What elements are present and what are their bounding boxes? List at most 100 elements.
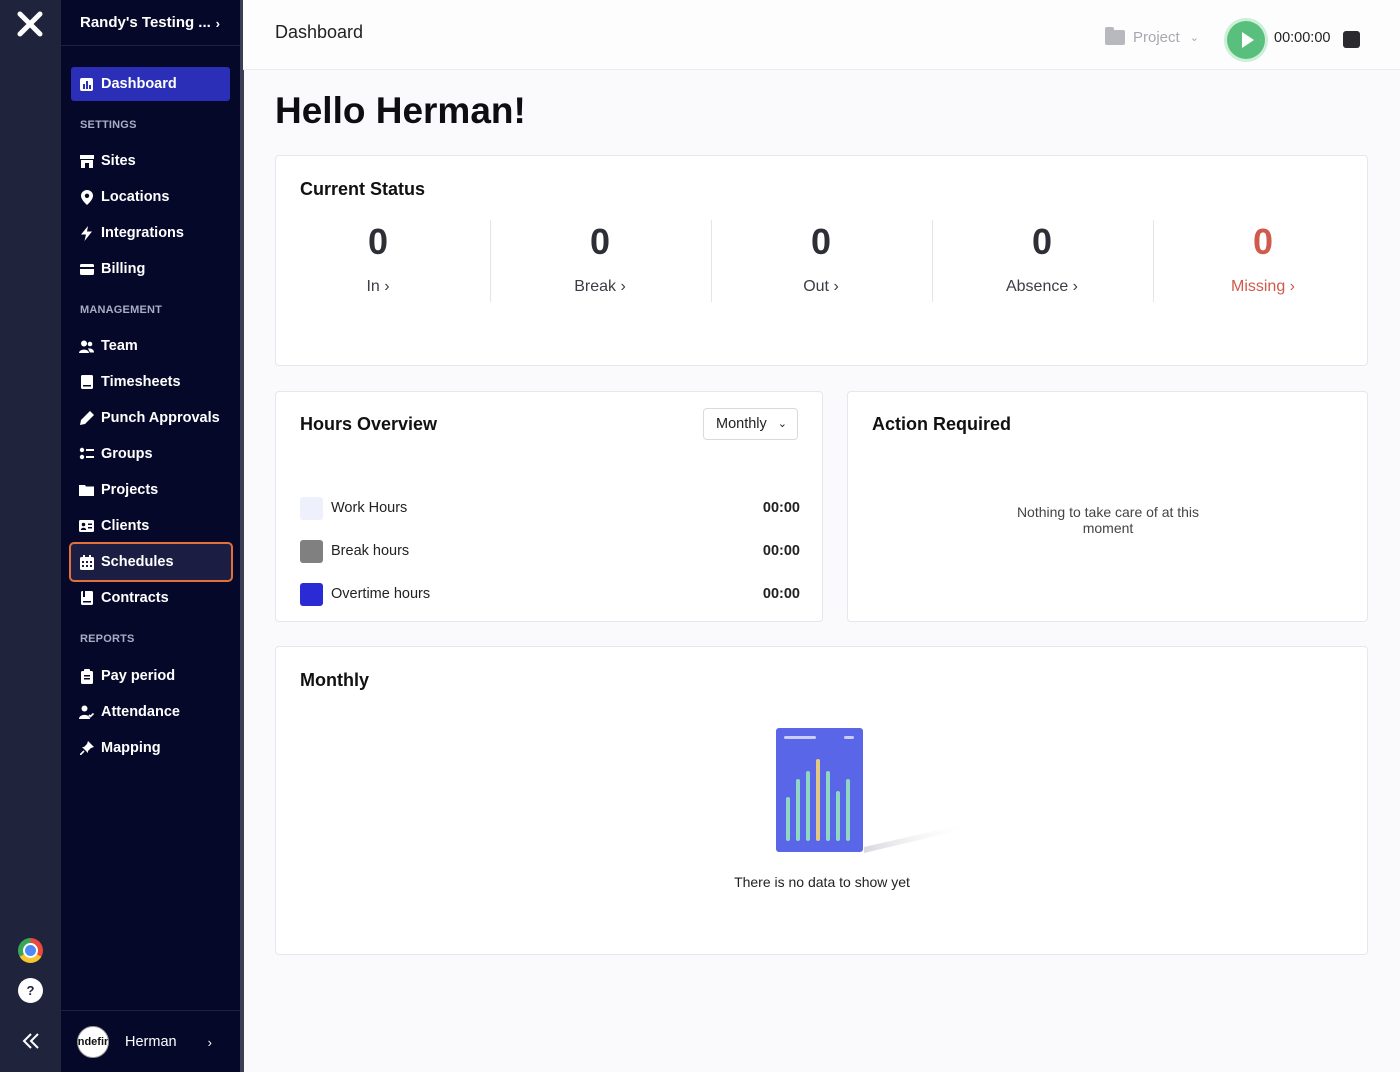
status-out[interactable]: 0 Out ›	[711, 220, 931, 302]
sidebar-item-label: Attendance	[101, 704, 180, 720]
section-label-reports: REPORTS	[80, 633, 135, 645]
folder-icon	[79, 483, 94, 498]
pin-icon	[79, 741, 94, 756]
sidebar-item-mapping[interactable]: Mapping	[71, 731, 230, 765]
sidebar-item-timesheets[interactable]: Timesheets	[71, 365, 230, 399]
status-label: In ›	[366, 278, 390, 295]
empty-chart-illustration	[776, 728, 974, 853]
legend-value: 00:00	[762, 500, 800, 516]
app-logo-icon[interactable]	[16, 10, 44, 38]
workspace-switcher[interactable]: Randy's Testing ... ›	[61, 0, 240, 46]
status-count: 0	[810, 221, 832, 262]
workspace-name: Randy's Testing ...	[80, 14, 211, 31]
legend-label: Overtime hours	[331, 586, 431, 602]
section-label-management: MANAGEMENT	[80, 304, 163, 316]
project-placeholder: Project	[1133, 29, 1180, 46]
page-title: Dashboard	[275, 22, 364, 42]
sidebar-item-label: Timesheets	[101, 374, 181, 390]
map-pin-icon	[79, 189, 94, 205]
app-rail: ?	[0, 0, 61, 1072]
card-title: Monthly	[300, 670, 369, 690]
status-count: 0	[367, 221, 389, 262]
sidebar-item-dashboard[interactable]: Dashboard	[71, 67, 230, 101]
sidebar-item-pay-period[interactable]: Pay period	[71, 659, 230, 693]
groups-icon	[79, 447, 94, 462]
avatar: ndefir	[77, 1025, 109, 1058]
sidebar-item-integrations[interactable]: Integrations	[71, 216, 230, 250]
store-icon	[79, 154, 94, 169]
empty-state-text: There is no data to show yet	[734, 874, 910, 890]
sidebar-item-label: Contracts	[101, 590, 169, 606]
dashboard-icon	[79, 77, 94, 92]
collapse-sidebar-icon[interactable]	[20, 1030, 42, 1052]
sidebar-item-label: Groups	[101, 446, 153, 462]
sidebar-item-projects[interactable]: Projects	[71, 473, 230, 507]
card-title: Current Status	[300, 179, 426, 199]
sidebar-item-attendance[interactable]: Attendance	[71, 695, 230, 729]
sidebar-item-label: Schedules	[101, 554, 174, 570]
sidebar-item-label: Integrations	[101, 225, 184, 241]
legend-label: Break hours	[331, 543, 410, 559]
status-missing[interactable]: 0 Missing ›	[1153, 220, 1373, 302]
status-break[interactable]: 0 Break ›	[490, 220, 710, 302]
greeting-heading: Hello Herman!	[275, 90, 526, 131]
status-label: Absence ›	[1005, 278, 1079, 295]
card-title: Hours Overview	[300, 414, 438, 434]
sidebar-item-label: Clients	[101, 518, 150, 534]
start-timer-button[interactable]	[1227, 21, 1265, 59]
status-count: 0	[1252, 221, 1274, 262]
timer-display: 00:00:00	[1274, 30, 1331, 46]
status-label: Out ›	[803, 278, 839, 295]
status-in[interactable]: 0 In ›	[268, 220, 488, 302]
status-label: Break ›	[574, 278, 626, 295]
sidebar-item-team[interactable]: Team	[71, 329, 230, 363]
sidebar-item-billing[interactable]: Billing	[71, 252, 230, 286]
status-absence[interactable]: 0 Absence ›	[932, 220, 1152, 302]
sidebar-item-label: Dashboard	[101, 76, 177, 92]
status-label: Missing ›	[1230, 278, 1295, 295]
sidebar-item-label: Pay period	[101, 668, 176, 684]
sidebar-item-contracts[interactable]: Contracts	[71, 581, 230, 615]
help-icon[interactable]: ?	[18, 978, 43, 1003]
status-count: 0	[1031, 221, 1053, 262]
contact-card-icon	[79, 519, 94, 534]
top-header: Dashboard Project ⌄ 00:00:00	[243, 0, 1400, 70]
action-required-card: Action Required Nothing to take care of …	[847, 391, 1368, 622]
break-hours-swatch	[300, 539, 323, 563]
sidebar-item-punch-approvals[interactable]: Punch Approvals	[71, 401, 230, 435]
empty-state-text: Nothing to take care of at this moment	[1016, 504, 1200, 536]
period-select-value: Monthly	[716, 416, 767, 432]
chevron-down-icon: ⌄	[777, 418, 787, 430]
project-selector[interactable]: Project ⌄	[1105, 27, 1199, 46]
sidebar-item-label: Projects	[101, 482, 159, 498]
sidebar-item-groups[interactable]: Groups	[71, 437, 230, 471]
legend-row: Break hours 00:00	[300, 539, 800, 563]
sidebar-item-label: Locations	[101, 189, 170, 205]
chevron-down-icon: ⌄	[1189, 32, 1199, 44]
legend-value: 00:00	[762, 543, 800, 559]
sidebar-item-label: Mapping	[101, 740, 161, 756]
legend-label: Work Hours	[331, 500, 408, 516]
section-label-settings: SETTINGS	[80, 119, 137, 131]
current-status-card: Current Status 0 In › 0 Break › 0 Out › …	[275, 155, 1368, 366]
calendar-icon	[79, 554, 94, 570]
sidebar-item-clients[interactable]: Clients	[71, 509, 230, 543]
period-select[interactable]: Monthly ⌄	[703, 408, 798, 440]
chrome-icon[interactable]	[18, 938, 43, 963]
sidebar-item-label: Punch Approvals	[101, 410, 220, 426]
sidebar-item-locations[interactable]: Locations	[71, 180, 230, 214]
pen-icon	[79, 411, 94, 426]
user-menu[interactable]: ndefir Herman ›	[61, 1010, 240, 1072]
credit-card-icon	[79, 262, 94, 277]
sidebar-item-sites[interactable]: Sites	[71, 144, 230, 178]
card-title: Action Required	[872, 414, 1012, 434]
lightning-icon	[79, 225, 94, 241]
clipboard-icon	[79, 668, 94, 684]
sidebar-item-label: Billing	[101, 261, 146, 277]
work-hours-swatch	[300, 496, 323, 520]
sidebar: Randy's Testing ... › Dashboard SETTINGS…	[61, 0, 244, 1072]
sidebar-item-schedules[interactable]: Schedules	[69, 542, 233, 582]
note-icon[interactable]	[1343, 31, 1360, 48]
contract-icon	[79, 591, 94, 606]
overtime-hours-swatch	[300, 582, 323, 606]
